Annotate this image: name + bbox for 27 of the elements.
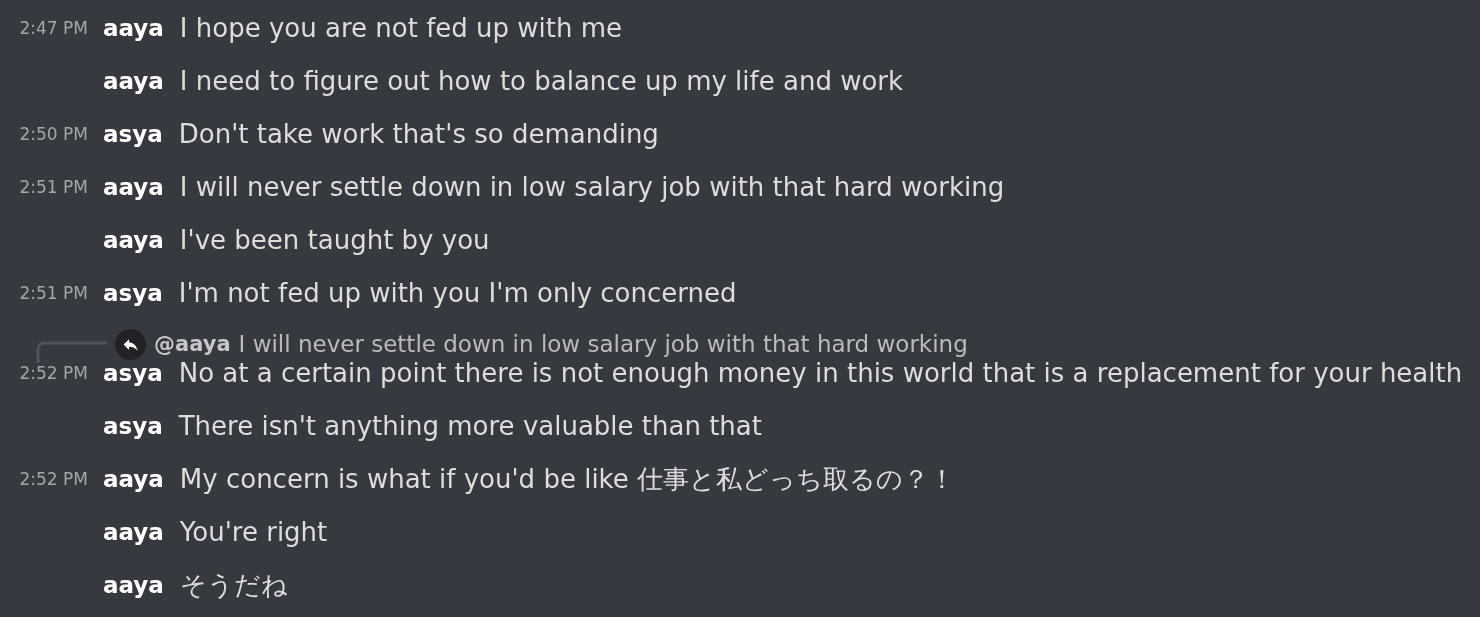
message-text: Don't take work that's so demanding xyxy=(178,118,659,151)
message-text: I'm not fed up with you I'm only concerned xyxy=(178,277,737,310)
username[interactable]: aaya xyxy=(103,462,164,497)
username[interactable]: aaya xyxy=(103,568,164,603)
message-timestamp: 2:52 PM xyxy=(19,467,88,491)
message-text: You're right xyxy=(179,516,328,549)
message-text: そうだね xyxy=(179,569,288,602)
username[interactable]: aaya xyxy=(103,223,164,258)
username[interactable]: aaya xyxy=(103,170,164,205)
reply-connector-line xyxy=(36,341,107,363)
message-text: My concern is what if you'd be like 仕事と私どっち取るの？！ xyxy=(179,463,955,496)
message-timestamp: 2:50 PM xyxy=(19,122,88,146)
message-text: I will never settle down in low salary job with that hard working xyxy=(179,171,1005,204)
message-text: I've been taught by you xyxy=(179,224,490,257)
message-text: I need to figure out how to balance up my life and work xyxy=(179,65,904,98)
message-timestamp: 2:51 PM xyxy=(19,175,88,199)
username[interactable]: asya xyxy=(103,409,163,444)
username[interactable]: asya xyxy=(103,276,163,311)
message-timestamp: 2:52 PM xyxy=(19,361,88,385)
message-timestamp: 2:47 PM xyxy=(19,16,88,40)
username[interactable]: aaya xyxy=(103,11,164,46)
message-timestamp: 2:51 PM xyxy=(19,281,88,305)
username[interactable]: aaya xyxy=(103,515,164,550)
message-text: I hope you are not fed up with me xyxy=(179,12,623,45)
username[interactable]: aaya xyxy=(103,64,164,99)
message-text: There isn't anything more valuable than that xyxy=(178,410,762,443)
username[interactable]: asya xyxy=(103,117,163,152)
